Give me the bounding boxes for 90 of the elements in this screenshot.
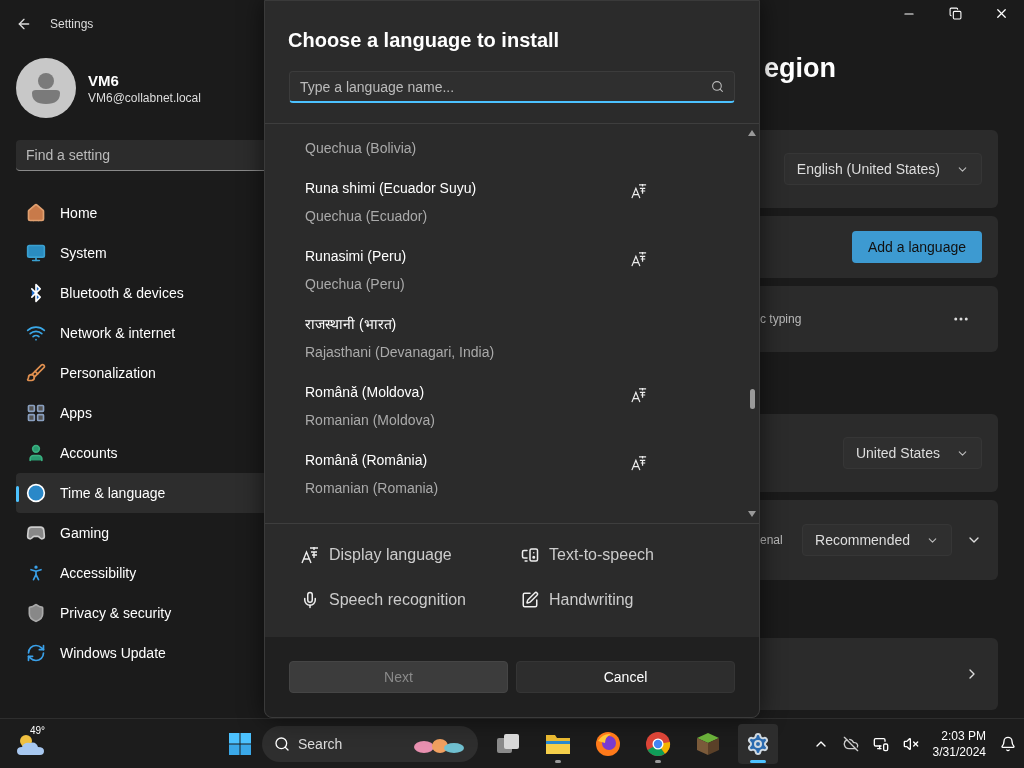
weather-widget[interactable]: 49° xyxy=(16,728,46,759)
sidebar-item[interactable]: Bluetooth & devices xyxy=(16,273,264,313)
network-icon[interactable] xyxy=(872,735,889,752)
display-language-icon xyxy=(301,546,319,565)
shield-icon xyxy=(26,603,46,623)
gamepad-icon xyxy=(26,523,46,543)
running-indicator xyxy=(655,759,661,763)
language-item[interactable]: Runasimi (Peru) Quechua (Peru) xyxy=(265,240,759,308)
language-item[interactable]: Română (Moldova) Romanian (Moldova) xyxy=(265,376,759,444)
legend-label: Speech recognition xyxy=(329,590,466,609)
sidebar-item[interactable]: Windows Update xyxy=(16,633,264,673)
clock-icon xyxy=(26,483,46,503)
language-item[interactable]: Română (România) Romanian (Romania) xyxy=(265,444,759,512)
dropdown[interactable]: English (United States) xyxy=(783,153,982,185)
home-icon xyxy=(26,203,46,223)
legend-label: Display language xyxy=(329,546,452,565)
language-english-name: Quechua (Peru) xyxy=(305,275,406,294)
running-indicator xyxy=(750,759,766,763)
language-item[interactable]: Runa shimi (Ecuador Suyu) Quechua (Ecuador) xyxy=(265,172,759,240)
sidebar-item[interactable]: Personalization xyxy=(16,353,264,393)
selection-indicator xyxy=(16,486,19,502)
search-field[interactable]: Find a setting xyxy=(16,140,264,171)
language-english-name: Quechua (Ecuador) xyxy=(305,207,429,226)
language-item[interactable]: राजस्थानी (भारत) Rajasthani (Devanagari, India) xyxy=(265,308,759,376)
cloud-off-icon[interactable] xyxy=(842,735,859,752)
notification-icon[interactable] xyxy=(1000,735,1016,752)
start-icon[interactable] xyxy=(228,731,252,756)
wifi-icon xyxy=(26,323,46,343)
browser-icon[interactable] xyxy=(595,730,621,757)
language-english-name: Quechua (Bolivia) xyxy=(305,139,417,158)
user-email: VM6@collabnet.local xyxy=(88,90,201,105)
add-language-button[interactable]: Add a language xyxy=(851,231,982,263)
taskbar-search[interactable]: Search xyxy=(262,725,478,762)
display-language-icon xyxy=(631,387,647,403)
page-title: egion xyxy=(764,53,837,84)
language-english-name: Romanian (Moldova) xyxy=(305,411,435,430)
sidebar-item[interactable]: System xyxy=(16,233,264,273)
legend-label: Handwriting xyxy=(549,590,634,609)
display-language-icon xyxy=(631,183,647,199)
update-icon xyxy=(26,643,46,663)
search-icon xyxy=(274,735,290,752)
search-icon xyxy=(711,80,724,93)
setting-description: enal xyxy=(760,533,783,547)
legend-label: Text-to-speech xyxy=(549,546,654,565)
scroll-up-icon[interactable] xyxy=(748,130,756,136)
settings-icon[interactable] xyxy=(746,731,770,756)
sidebar-item[interactable]: Privacy & security xyxy=(16,593,264,633)
display-language-icon xyxy=(631,251,647,267)
user-name: VM6 xyxy=(88,71,120,89)
dialog-button[interactable]: Cancel xyxy=(516,661,735,693)
dropdown[interactable]: United States xyxy=(842,437,982,469)
dialog-title: Choose a language to install xyxy=(287,28,561,53)
restore-icon[interactable] xyxy=(948,7,962,20)
back-icon[interactable] xyxy=(16,16,32,32)
language-english-name: Rajasthani (Devanagari, India) xyxy=(305,343,495,362)
sidebar-item[interactable]: Accounts xyxy=(16,433,264,473)
display-language-icon xyxy=(631,455,647,471)
language-name: Runa shimi (Ecuador Suyu) xyxy=(305,179,477,198)
language-search-field[interactable]: Type a language name... xyxy=(289,71,735,103)
text-to-speech-icon xyxy=(521,546,539,565)
clock[interactable]: 2:03 PM 3/31/2024 xyxy=(932,727,986,760)
scroll-thumb[interactable] xyxy=(750,389,755,409)
language-name: Runasimi (Peru) xyxy=(305,247,407,266)
avatar xyxy=(16,58,76,118)
browser-icon[interactable] xyxy=(645,730,671,757)
sidebar-item[interactable]: Network & internet xyxy=(16,313,264,353)
language-name: राजस्थानी (भारत) xyxy=(305,315,398,334)
apps-icon xyxy=(26,403,46,423)
scroll-down-icon[interactable] xyxy=(748,511,756,517)
pen-icon xyxy=(521,590,539,609)
sidebar-item[interactable]: Apps xyxy=(16,393,264,433)
microphone-icon xyxy=(301,590,319,609)
sidebar-item[interactable]: Time & language xyxy=(16,473,264,513)
dropdown[interactable]: Recommended xyxy=(802,524,952,556)
language-name: Română (Moldova) xyxy=(305,383,426,402)
sidebar-item[interactable]: Accessibility xyxy=(16,553,264,593)
cube-icon[interactable] xyxy=(696,731,720,756)
taskbar-app[interactable] xyxy=(738,723,778,764)
sidebar-item[interactable]: Gaming xyxy=(16,513,264,553)
setting-description: c typing xyxy=(760,312,802,326)
window-title: Settings xyxy=(50,17,94,31)
language-name: Română (România) xyxy=(305,451,429,470)
language-english-name: Romanian (Romania) xyxy=(305,479,439,498)
language-item[interactable]: Quechua (Bolivia) xyxy=(265,124,759,172)
running-indicator xyxy=(555,759,561,763)
volume-muted-icon[interactable] xyxy=(902,735,919,752)
sidebar-item[interactable]: Home xyxy=(16,193,264,233)
monitor-icon xyxy=(26,243,46,263)
brush-icon xyxy=(26,363,46,383)
person-icon xyxy=(26,443,46,463)
